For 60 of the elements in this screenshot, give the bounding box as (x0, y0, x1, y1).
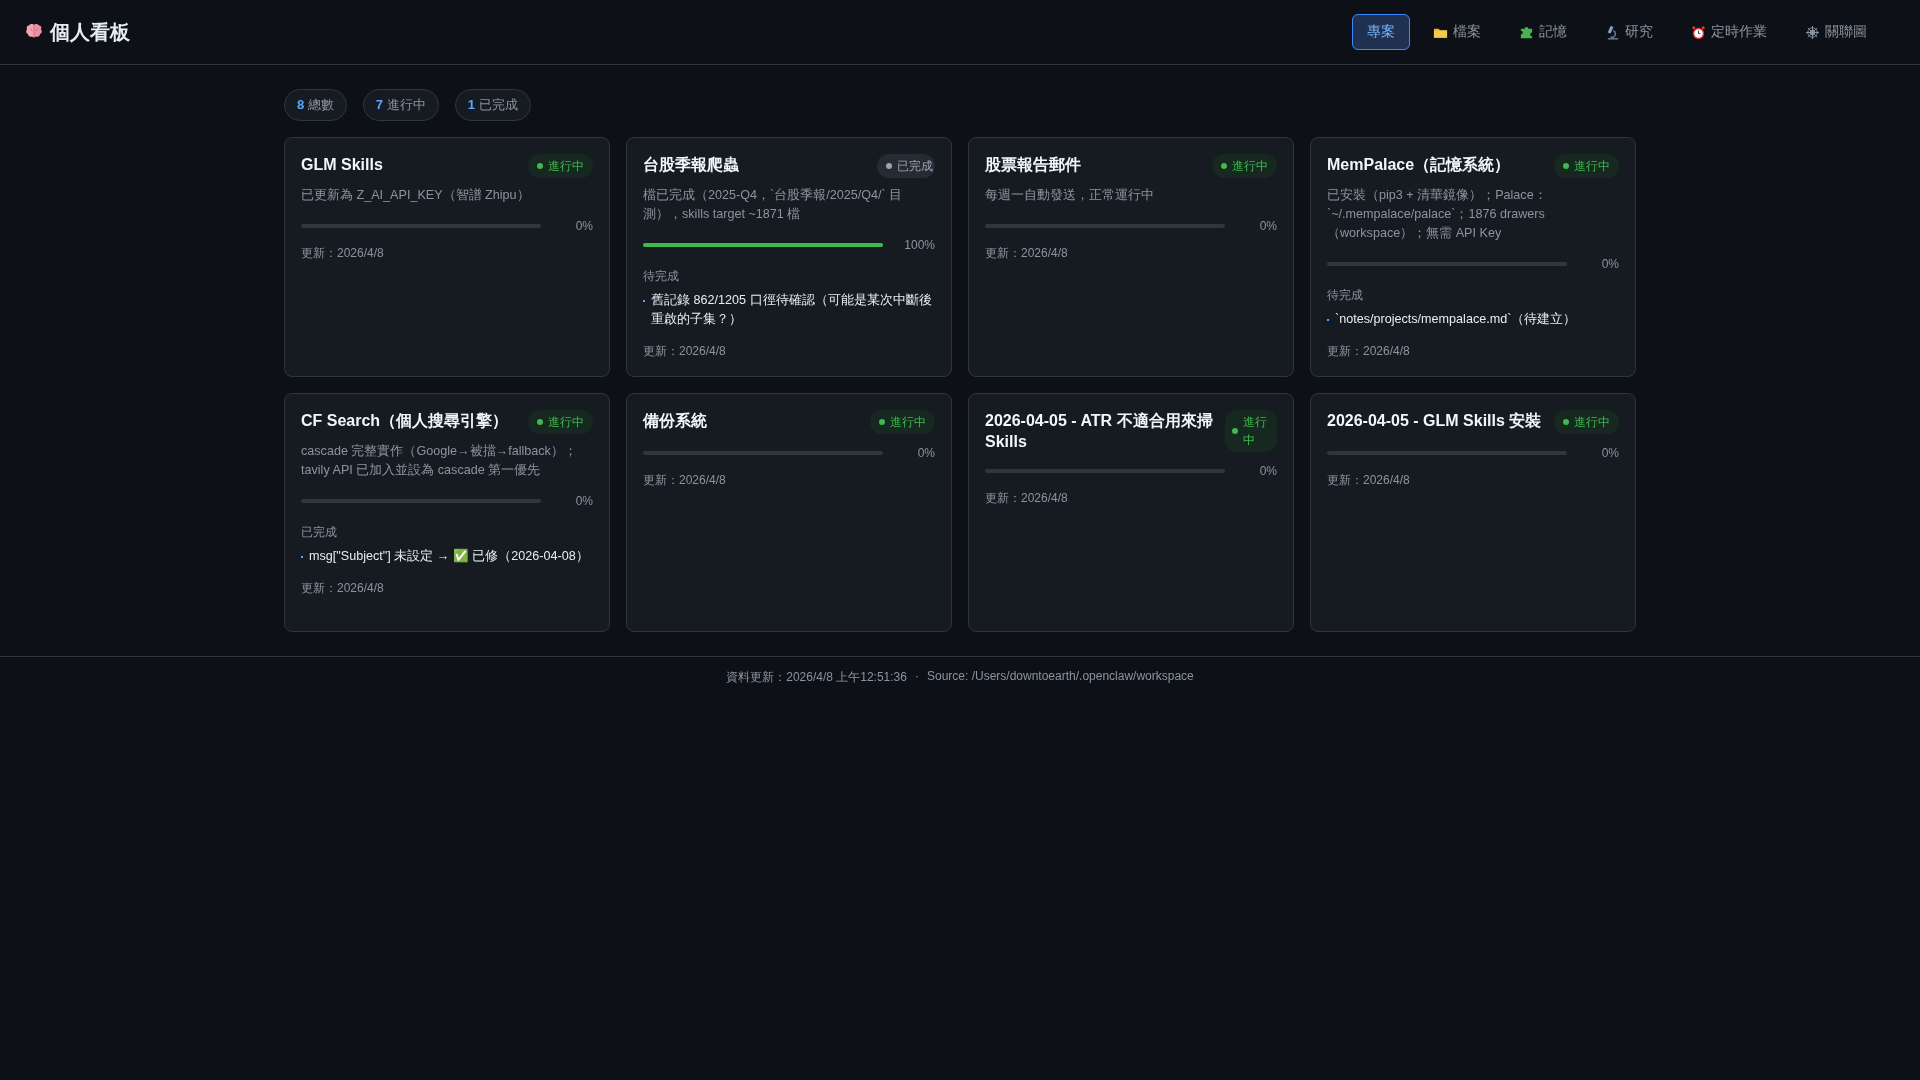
status-badge: 進行中 (528, 410, 593, 434)
updated-date: 更新：2026/4/8 (1327, 343, 1411, 360)
updated-date: 更新：2026/4/8 (643, 472, 727, 489)
updated-date: 更新：2026/4/8 (301, 245, 385, 262)
source-path: Source: /Users/downtoearth/.openclaw/workspace (926, 669, 1194, 685)
data-updated-time: 資料更新：2026/4/8 上午12:51:36 (726, 669, 907, 686)
separator-dot: · (914, 669, 919, 685)
status-badge: 進行中 (528, 154, 593, 178)
nav-tab[interactable]: 定時作業 (1676, 14, 1782, 50)
stat-pill: 7 進行中 (362, 89, 439, 121)
project-description: cascade 完整實作（Google→被擋→fallback）；tavily API 已加入並設為 cascade 第一優先 (301, 443, 578, 479)
nav-tab[interactable]: 關聯圖 (1790, 14, 1882, 50)
updated-date: 更新：2026/4/8 (301, 580, 385, 597)
puzzle-icon (1519, 24, 1534, 40)
microscope-icon (1605, 24, 1620, 40)
progress-percent: 0% (916, 446, 935, 460)
task-item: 舊記錄 862/1205 口徑待確認（可能是某次中斷後重啟的子集？） (651, 292, 933, 328)
status-badge: 進行中 (1212, 154, 1277, 178)
app-title: 個人看板 (50, 19, 130, 45)
status-badge: 進行中 (870, 410, 935, 434)
project-title: GLM Skills (301, 155, 383, 175)
progress-percent: 0% (1600, 257, 1619, 271)
project-description: 檔已完成（2025-Q4，`台股季報/2025/Q4/` 目測），skills target ~1871 檔 (643, 187, 904, 223)
project-title: 股票報告郵件 (985, 155, 1081, 175)
progress-percent: 0% (1258, 464, 1277, 478)
nav-tab[interactable]: 研究 (1590, 14, 1668, 50)
updated-date: 更新：2026/4/8 (985, 245, 1069, 262)
stat-pill: 8 總數 (284, 89, 347, 121)
nav-tab[interactable]: 記憶 (1504, 14, 1582, 50)
project-title: 台股季報爬蟲 (643, 155, 739, 175)
project-title: 2026-04-05 - GLM Skills 安裝 (1327, 411, 1542, 431)
updated-date: 更新：2026/4/8 (643, 343, 727, 360)
progress-percent: 0% (1600, 446, 1619, 460)
updated-date: 更新：2026/4/8 (1327, 472, 1411, 489)
task-item: msg["Subject"] 未設定 → ✅ 已修（2026-04-08） (309, 547, 589, 565)
status-badge: 進行中 (1554, 154, 1619, 178)
status-badge: 進行中 (1225, 410, 1277, 452)
progress-percent: 0% (1258, 219, 1277, 233)
nav-tab[interactable]: 專案 (1352, 14, 1410, 50)
updated-date: 更新：2026/4/8 (985, 490, 1069, 507)
project-description: 已安裝（pip3 + 清華鏡像）；Palace：`~/.mempalace/palace`；1876 drawers（workspace）；無需 API Key (1327, 187, 1548, 242)
project-description: 已更新為 Z_AI_API_KEY（智譜 Zhipu） (301, 187, 531, 204)
project-title: 備份系統 (643, 411, 707, 431)
alarm-clock-icon (1691, 24, 1706, 40)
task-item: `notes/projects/mempalace.md`（待建立） (1335, 311, 1577, 328)
section-label: 待完成 (643, 268, 680, 285)
status-badge: 已完成 (877, 154, 935, 178)
progress-percent: 0% (574, 494, 593, 508)
progress-percent: 0% (574, 219, 593, 233)
stat-pill: 1 已完成 (454, 89, 531, 121)
section-label: 已完成 (301, 524, 338, 541)
project-title: CF Search（個人搜尋引擎） (301, 411, 509, 431)
nav-tab[interactable]: 檔案 (1418, 14, 1496, 50)
project-title: MemPalace（記憶系統） (1327, 155, 1511, 175)
section-label: 待完成 (1327, 287, 1364, 304)
status-badge: 進行中 (1554, 410, 1619, 434)
project-title: 2026-04-05 - ATR 不適合用來掃 Skills (985, 411, 1214, 452)
progress-percent: 100% (903, 238, 935, 252)
project-description: 每週一自動發送，正常運行中 (985, 187, 1155, 204)
spider-web-icon (1805, 24, 1820, 40)
